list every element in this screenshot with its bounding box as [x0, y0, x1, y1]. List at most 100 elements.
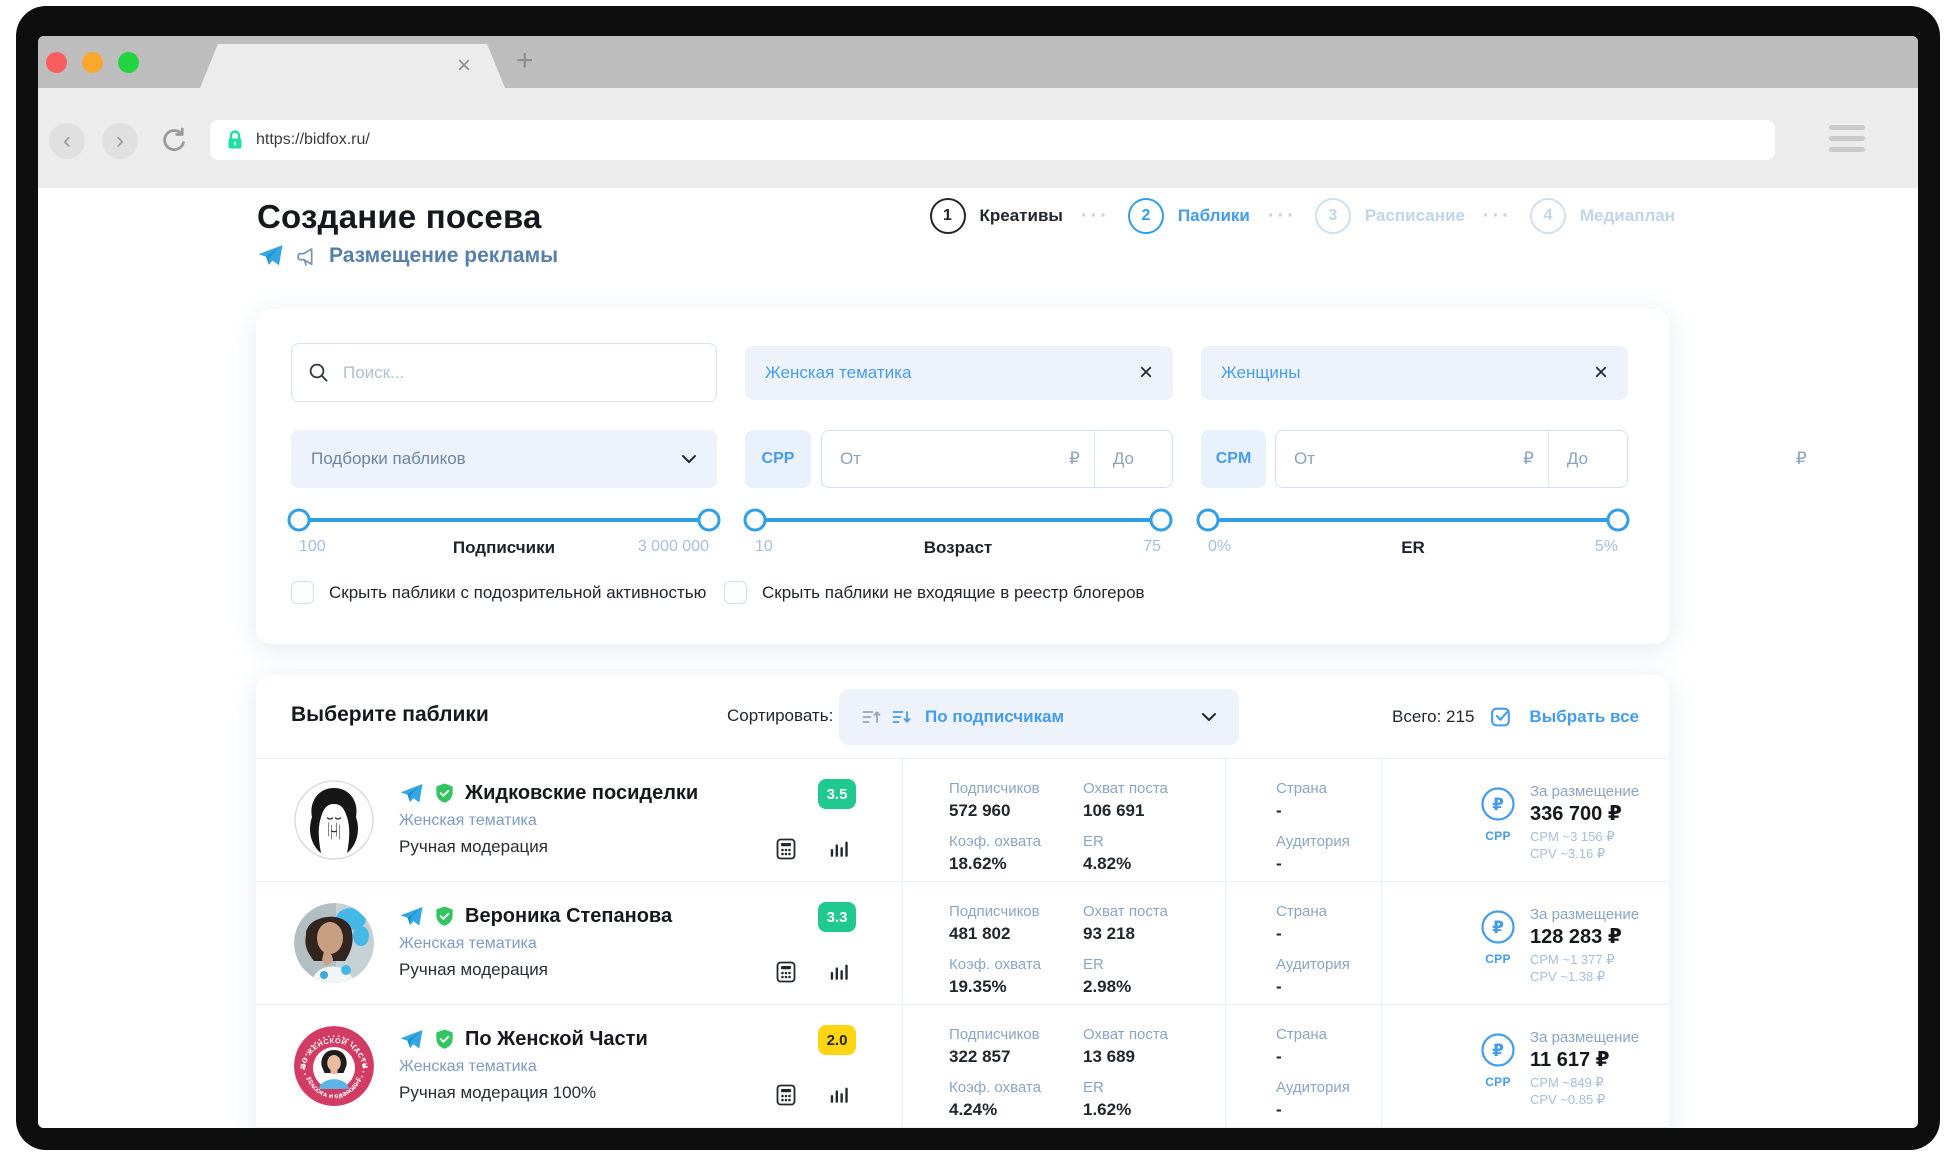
slider-handle-max[interactable]: [698, 509, 721, 532]
forward-button[interactable]: ›: [102, 123, 138, 159]
stats-chart-icon[interactable]: [828, 1083, 850, 1112]
slider-track[interactable]: [299, 518, 709, 522]
cpm-to-input[interactable]: [1565, 448, 1790, 470]
calculator-icon[interactable]: [774, 1083, 798, 1112]
public-row[interactable]: Вероника Степанова Женская тематика Ручн…: [256, 881, 1669, 1004]
maximize-window-button[interactable]: [118, 52, 139, 73]
step-separator: ···: [1483, 205, 1512, 228]
rating-badge[interactable]: 2.0: [818, 1025, 856, 1055]
cpm-from-input[interactable]: [1292, 448, 1517, 470]
stat-label: Коэф. охвата: [949, 955, 1083, 974]
sort-dropdown[interactable]: По подписчикам: [839, 689, 1239, 745]
slider-handle-min[interactable]: [288, 509, 311, 532]
select-all-button[interactable]: Выбрать все: [1529, 707, 1639, 727]
stat-label: Охват поста: [1083, 902, 1225, 921]
browser-tab[interactable]: ×: [200, 44, 505, 88]
slider-handle-max[interactable]: [1150, 509, 1173, 532]
cpv-estimate: CPV ~0.85 ₽: [1530, 1091, 1639, 1108]
public-row[interactable]: ПО ЖЕНСКОЙ ЧАСТИ КРАСОТА И ЗДОРОВЬЕ: [256, 1004, 1669, 1127]
search-field[interactable]: [291, 343, 717, 402]
collections-dropdown[interactable]: Подборки пабликов: [291, 430, 717, 488]
ruble-suffix: ₽: [1796, 449, 1807, 469]
calculator-icon[interactable]: [774, 837, 798, 866]
stat-label: Коэф. охвата: [949, 1078, 1083, 1097]
search-input[interactable]: [341, 362, 700, 384]
stats-chart-icon[interactable]: [828, 960, 850, 989]
rating-badge[interactable]: 3.5: [818, 779, 856, 809]
slider-handle-max[interactable]: [1607, 509, 1630, 532]
stat-label: Страна: [1276, 902, 1381, 921]
cpp-from-input[interactable]: [838, 448, 1063, 470]
step-publics[interactable]: 2 Паблики: [1128, 198, 1250, 234]
filter-chip-audience[interactable]: Женщины ×: [1201, 346, 1628, 400]
cpm-to-field[interactable]: ₽: [1548, 431, 1821, 487]
avatar: ПО ЖЕНСКОЙ ЧАСТИ КРАСОТА И ЗДОРОВЬЕ: [294, 1026, 374, 1106]
stats-chart-icon[interactable]: [828, 837, 850, 866]
er-slider[interactable]: 0% ER 5%: [1208, 509, 1618, 556]
cpp-range-inputs: ₽ ₽: [821, 430, 1173, 488]
stat-label: Аудитория: [1276, 1078, 1381, 1097]
browser-toolbar: ‹ › https://bidfox.ru/: [38, 88, 1918, 188]
slider-track[interactable]: [755, 518, 1161, 522]
page-subtitle: Размещение рекламы: [257, 244, 558, 268]
slider-label: Возраст: [755, 538, 1161, 558]
chevron-down-icon: [681, 454, 697, 464]
hide-unregistered-checkbox-row[interactable]: Скрыть паблики не входящие в реестр блог…: [724, 581, 1145, 604]
stat-label: Аудитория: [1276, 955, 1381, 974]
subscribers-slider[interactable]: 100 Подписчики 3 000 000: [299, 509, 709, 556]
public-name[interactable]: Вероника Степанова: [465, 905, 672, 928]
sort-asc-icon: [861, 708, 881, 726]
sort-desc-icon: [891, 708, 911, 726]
public-moderation: Ручная модерация: [399, 960, 672, 980]
back-button[interactable]: ‹: [49, 123, 85, 159]
tab-close-icon[interactable]: ×: [457, 52, 471, 80]
step-mediaplan[interactable]: 4 Медиаплан: [1530, 198, 1675, 234]
rating-badge[interactable]: 3.3: [818, 902, 856, 932]
calculator-icon[interactable]: [774, 960, 798, 989]
cpp-toggle-button[interactable]: CPP: [745, 430, 811, 488]
public-row-partial: [256, 1127, 1669, 1128]
back-icon: ‹: [63, 129, 71, 153]
verified-shield-icon: [433, 1028, 456, 1051]
sort-label: Сортировать:: [727, 706, 833, 726]
step-label: Креативы: [980, 206, 1063, 226]
stat-value: 18.62%: [949, 852, 1083, 876]
window-controls: [46, 52, 139, 73]
public-name[interactable]: По Женской Части: [465, 1028, 648, 1051]
checkbox[interactable]: [724, 581, 747, 604]
step-creatives[interactable]: 1 Креативы: [930, 198, 1063, 234]
page-content: Создание посева Размещение рекламы 1 Кре…: [38, 188, 1918, 1128]
close-icon[interactable]: ×: [1139, 359, 1153, 387]
close-window-button[interactable]: [46, 52, 67, 73]
public-name[interactable]: Жидковские посиделки: [465, 782, 698, 805]
close-icon[interactable]: ×: [1594, 359, 1608, 387]
url-bar[interactable]: https://bidfox.ru/: [210, 120, 1775, 160]
stat-label: Подписчиков: [949, 779, 1083, 798]
placement-price: 336 700 ₽: [1530, 801, 1639, 828]
cpv-estimate: CPV ~1.38 ₽: [1530, 968, 1639, 985]
filter-chip-topic[interactable]: Женская тематика ×: [745, 346, 1173, 400]
slider-handle-min[interactable]: [744, 509, 767, 532]
stat-label: Охват поста: [1083, 779, 1225, 798]
select-all-icon[interactable]: [1489, 704, 1514, 729]
sort-value: По подписчикам: [925, 707, 1191, 727]
new-tab-button[interactable]: +: [516, 44, 534, 78]
cpm-toggle-button[interactable]: CPM: [1201, 430, 1266, 488]
stat-value: 572 960: [949, 799, 1083, 823]
reload-button[interactable]: [158, 126, 188, 161]
checkbox[interactable]: [291, 581, 314, 604]
slider-handle-min[interactable]: [1197, 509, 1220, 532]
stat-label: Охват поста: [1083, 1025, 1225, 1044]
step-number: 4: [1530, 198, 1566, 234]
minimize-window-button[interactable]: [82, 52, 103, 73]
forward-icon: ›: [116, 129, 124, 153]
menu-button[interactable]: [1829, 125, 1865, 152]
slider-track[interactable]: [1208, 518, 1618, 522]
stat-value: -: [1276, 852, 1381, 876]
age-slider[interactable]: 10 Возраст 75: [755, 509, 1161, 556]
public-row[interactable]: Жидковские посиделки Женская тематика Ру…: [256, 758, 1669, 881]
hide-suspicious-checkbox-row[interactable]: Скрыть паблики с подозрительной активнос…: [291, 581, 706, 604]
cpp-from-field[interactable]: ₽: [822, 431, 1094, 487]
cpm-from-field[interactable]: ₽: [1276, 431, 1548, 487]
step-schedule[interactable]: 3 Расписание: [1315, 198, 1465, 234]
